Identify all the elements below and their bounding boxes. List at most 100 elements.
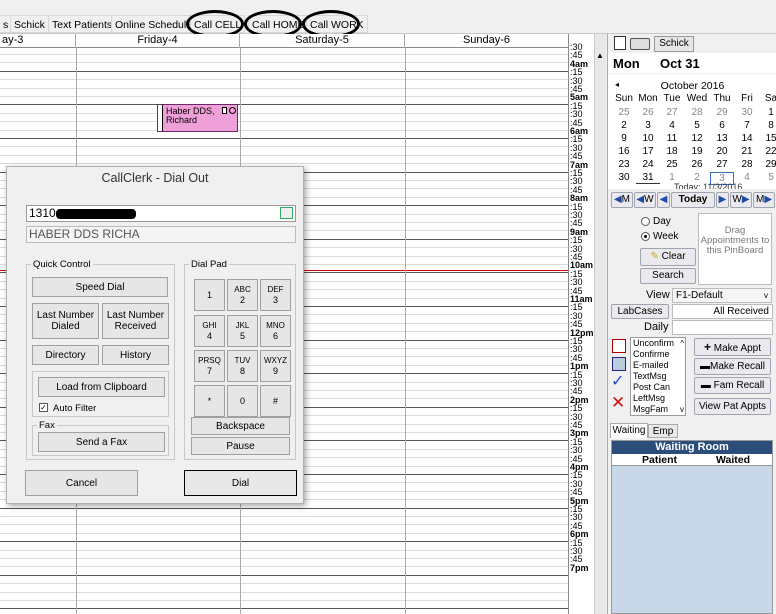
- load-from-clipboard-button[interactable]: Load from Clipboard: [38, 377, 165, 397]
- calendar-day[interactable]: 21: [735, 146, 759, 157]
- calendar-day[interactable]: 14: [735, 133, 759, 144]
- column-header-waited[interactable]: Waited: [716, 454, 750, 466]
- dial-key-5[interactable]: JKL 5: [227, 315, 258, 347]
- cancel-button[interactable]: Cancel: [25, 470, 138, 496]
- last-number-dialed-button[interactable]: Last Number Dialed: [32, 303, 99, 339]
- calendar-day[interactable]: 5: [685, 120, 709, 131]
- calendar-day[interactable]: 25: [612, 107, 636, 118]
- toolbar-item-online-schedule[interactable]: Online Schedule: [111, 15, 197, 33]
- dial-key-8[interactable]: TUV 8: [227, 350, 258, 382]
- scroll-down-icon[interactable]: v: [680, 404, 684, 415]
- vertical-scrollbar[interactable]: ▲: [594, 34, 606, 614]
- calendar-day[interactable]: 27: [660, 107, 684, 118]
- calendar-day[interactable]: 25: [660, 159, 684, 170]
- pause-button[interactable]: Pause: [191, 437, 290, 455]
- calendar-day[interactable]: 9: [612, 133, 636, 144]
- list-item[interactable]: E-mailed: [633, 360, 685, 371]
- list-item[interactable]: MsgFam: [633, 404, 685, 415]
- calendar-day[interactable]: 12: [685, 133, 709, 144]
- dial-button[interactable]: Dial: [184, 470, 297, 496]
- list-item[interactable]: Unconfirm: [633, 338, 685, 349]
- calendar-day[interactable]: 7: [735, 120, 759, 131]
- calendar-day[interactable]: 27: [710, 159, 734, 170]
- day-back-button[interactable]: ◀: [657, 192, 670, 208]
- week-back-button[interactable]: ◀W: [634, 192, 656, 208]
- day-forward-button[interactable]: ▶: [716, 192, 729, 208]
- last-number-received-button[interactable]: Last Number Received: [102, 303, 169, 339]
- calendar-day[interactable]: 10: [636, 133, 660, 144]
- backspace-button[interactable]: Backspace: [191, 417, 290, 435]
- calendar-day[interactable]: 26: [685, 159, 709, 170]
- send-fax-button[interactable]: Send a Fax: [38, 432, 165, 452]
- calendar-day[interactable]: 29: [759, 159, 776, 170]
- daily-field[interactable]: [672, 320, 773, 335]
- pinboard[interactable]: Drag Appointments to this PinBoard: [698, 213, 772, 285]
- calendar-day[interactable]: 3: [636, 120, 660, 131]
- calendar-day[interactable]: 1: [759, 107, 776, 118]
- make-appt-button[interactable]: + Make Appt: [694, 338, 771, 356]
- calendar-day[interactable]: 28: [735, 159, 759, 170]
- calendar-day[interactable]: 5: [759, 172, 776, 183]
- calendar-day[interactable]: 13: [710, 133, 734, 144]
- list-item[interactable]: Post Can: [633, 382, 685, 393]
- toolbar-item-text-patients[interactable]: Text Patients: [48, 15, 117, 33]
- calendar-day[interactable]: 17: [636, 146, 660, 157]
- day-view-radio[interactable]: [641, 217, 650, 226]
- tab-emp[interactable]: Emp: [648, 424, 678, 438]
- today-button[interactable]: Today: [671, 192, 715, 208]
- document-icon[interactable]: [614, 36, 626, 50]
- toolbar-item-schick[interactable]: Schick: [10, 15, 49, 33]
- phone-number-input[interactable]: 1310: [26, 205, 296, 222]
- directory-button[interactable]: Directory: [32, 345, 99, 365]
- status-listbox[interactable]: Unconfirm Confirme E-mailed TextMsg Post…: [630, 337, 686, 416]
- calendar-day[interactable]: 15: [759, 133, 776, 144]
- auto-filter-checkbox[interactable]: ✓: [39, 403, 48, 412]
- calendar-day[interactable]: 18: [660, 146, 684, 157]
- calendar-day[interactable]: 16: [612, 146, 636, 157]
- calendar-day[interactable]: 11: [660, 133, 684, 144]
- dial-key-*[interactable]: *: [194, 385, 225, 417]
- calendar-day[interactable]: 20: [710, 146, 734, 157]
- dial-key-#[interactable]: #: [260, 385, 291, 417]
- printer-icon[interactable]: [630, 38, 650, 50]
- calendar-day[interactable]: 22: [759, 146, 776, 157]
- list-item[interactable]: LeftMsg: [633, 393, 685, 404]
- tab-waiting[interactable]: Waiting: [610, 423, 648, 438]
- dial-key-6[interactable]: MNO 6: [260, 315, 291, 347]
- column-header-patient[interactable]: Patient: [642, 454, 677, 466]
- mini-calendar[interactable]: ◂ October 2016 Sun Mon Tue Wed Thu Fri Sa 25 26 2…: [608, 74, 776, 189]
- provider-tab[interactable]: Schick: [654, 36, 694, 52]
- dial-key-0[interactable]: 0: [227, 385, 258, 417]
- clear-button[interactable]: ✎ Clear: [640, 248, 696, 266]
- view-select[interactable]: F1-Default v: [672, 288, 772, 303]
- day-column-header[interactable]: Saturday-5: [240, 34, 405, 48]
- search-button[interactable]: Search: [640, 268, 696, 284]
- labcases-button[interactable]: LabCases: [611, 304, 669, 319]
- calendar-day[interactable]: 26: [636, 107, 660, 118]
- week-view-radio[interactable]: [641, 232, 650, 241]
- dial-key-1[interactable]: 1: [194, 279, 225, 311]
- dial-key-4[interactable]: GHI 4: [194, 315, 225, 347]
- calendar-day[interactable]: 8: [759, 120, 776, 131]
- calendar-day[interactable]: 24: [636, 159, 660, 170]
- month-forward-button[interactable]: M▶: [753, 192, 775, 208]
- speed-dial-button[interactable]: Speed Dial: [32, 277, 168, 297]
- day-column-header[interactable]: ay-3: [0, 34, 76, 48]
- calendar-day[interactable]: 6: [710, 120, 734, 131]
- scroll-up-icon[interactable]: ^: [680, 338, 684, 349]
- dial-key-9[interactable]: WXYZ 9: [260, 350, 291, 382]
- today-label[interactable]: Today: 11/3/2016: [674, 182, 742, 189]
- calendar-day[interactable]: 28: [685, 107, 709, 118]
- make-recall-button[interactable]: ▬Make Recall: [694, 358, 771, 375]
- calendar-day[interactable]: 30: [735, 107, 759, 118]
- day-column-header[interactable]: Sunday-6: [405, 34, 568, 48]
- calendar-day[interactable]: 30: [612, 172, 636, 183]
- view-pat-appts-button[interactable]: View Pat Appts: [694, 398, 771, 415]
- month-back-button[interactable]: ◀M: [611, 192, 633, 208]
- list-item[interactable]: TextMsg: [633, 371, 685, 382]
- edit-icon[interactable]: [280, 207, 293, 219]
- calendar-day[interactable]: 4: [660, 120, 684, 131]
- calendar-day[interactable]: 29: [710, 107, 734, 118]
- history-button[interactable]: History: [102, 345, 169, 365]
- day-column-header[interactable]: Friday-4: [76, 34, 240, 48]
